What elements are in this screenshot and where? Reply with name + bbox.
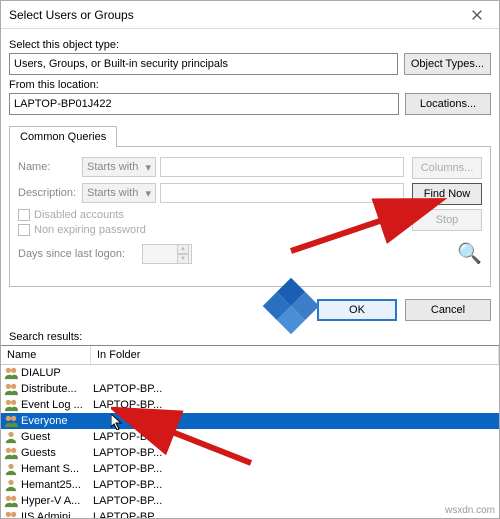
group-icon [3,398,19,412]
spinner: ▲ ▼ [177,244,189,264]
spin-up-icon[interactable]: ▲ [177,244,189,254]
search-results-label: Search results: [1,329,499,345]
item-name: Hemant S... [21,463,93,475]
checkbox-icon [18,224,30,236]
ok-button[interactable]: OK [317,299,397,321]
item-folder: LAPTOP-BP... [93,463,497,475]
chevron-down-icon: ▾ [145,187,151,200]
list-item[interactable]: Hemant25...LAPTOP-BP... [1,477,499,493]
spin-down-icon[interactable]: ▼ [177,254,189,264]
days-since-logon-label: Days since last logon: [18,248,138,260]
object-type-input[interactable]: Users, Groups, or Built-in security prin… [9,53,398,75]
name-input[interactable] [160,157,404,177]
item-name: Hemant25... [21,479,93,491]
item-folder: LAPTOP-BP... [93,447,497,459]
close-icon [470,8,484,22]
group-icon [3,494,19,508]
item-name: DIALUP [21,367,93,379]
search-icon: 🔍 [457,241,482,266]
days-input[interactable]: ▲ ▼ [142,244,192,264]
tabs: Common Queries [9,125,491,146]
item-name: Everyone [21,415,93,427]
list-item[interactable]: Distribute...LAPTOP-BP... [1,381,499,397]
col-folder[interactable]: In Folder [91,346,499,364]
col-name[interactable]: Name [1,346,91,364]
user-icon [3,478,19,492]
close-button[interactable] [455,1,499,29]
find-now-button[interactable]: Find Now [412,183,482,205]
dialog-buttons: OK Cancel [1,293,499,329]
list-item[interactable]: Hemant S...LAPTOP-BP... [1,461,499,477]
location-label: From this location: [9,79,491,91]
item-folder: LAPTOP-BP... [93,399,497,411]
tab-common-queries[interactable]: Common Queries [9,126,117,147]
list-item[interactable]: GuestsLAPTOP-BP... [1,445,499,461]
name-label: Name: [18,161,78,173]
list-item[interactable]: IIS Admini...LAPTOP-BP... [1,509,499,518]
stop-button[interactable]: Stop [412,209,482,231]
list-item[interactable]: Hyper-V A...LAPTOP-BP... [1,493,499,509]
item-folder: LAPTOP-BP... [93,511,497,518]
object-type-label: Select this object type: [9,39,491,51]
object-types-button[interactable]: Object Types... [404,53,491,75]
checkbox-icon [18,209,30,221]
watermark: wsxdn.com [445,505,495,516]
cancel-button[interactable]: Cancel [405,299,491,321]
dialog-body: Select this object type: Users, Groups, … [1,29,499,293]
user-icon [3,430,19,444]
disabled-accounts-checkbox[interactable]: Disabled accounts [18,209,404,221]
list-item[interactable]: Event Log ...LAPTOP-BP... [1,397,499,413]
tab-panel: Name: Starts with ▾ Description: Starts … [9,146,491,287]
list-item[interactable]: DIALUP [1,365,499,381]
description-label: Description: [18,187,78,199]
titlebar: Select Users or Groups [1,1,499,29]
non-expiring-password-checkbox[interactable]: Non expiring password [18,224,404,236]
group-icon [3,382,19,396]
list-item[interactable]: GuestLAPTOP-BP... [1,429,499,445]
user-icon [3,462,19,476]
item-name: Guest [21,431,93,443]
list-item[interactable]: Everyone [1,413,499,429]
group-icon [3,510,19,518]
item-name: Guests [21,447,93,459]
window-title: Select Users or Groups [9,8,134,22]
item-name: Distribute... [21,383,93,395]
item-name: Event Log ... [21,399,93,411]
name-mode-combo[interactable]: Starts with ▾ [82,157,156,177]
item-name: Hyper-V A... [21,495,93,507]
group-icon [3,446,19,460]
location-input[interactable]: LAPTOP-BP01J422 [9,93,399,115]
dialog-window: Select Users or Groups Select this objec… [0,0,500,519]
item-name: IIS Admini... [21,511,93,518]
group-icon [3,366,19,380]
item-folder: LAPTOP-BP... [93,431,497,443]
item-folder: LAPTOP-BP... [93,383,497,395]
description-input[interactable] [160,183,404,203]
results-listview[interactable]: Name In Folder DIALUPDistribute...LAPTOP… [1,345,499,518]
desc-mode-combo[interactable]: Starts with ▾ [82,183,156,203]
locations-button[interactable]: Locations... [405,93,491,115]
columns-button[interactable]: Columns... [412,157,482,179]
item-folder: LAPTOP-BP... [93,495,497,507]
results-header: Name In Folder [1,346,499,365]
item-folder: LAPTOP-BP... [93,479,497,491]
chevron-down-icon: ▾ [145,161,151,174]
group-icon [3,414,19,428]
